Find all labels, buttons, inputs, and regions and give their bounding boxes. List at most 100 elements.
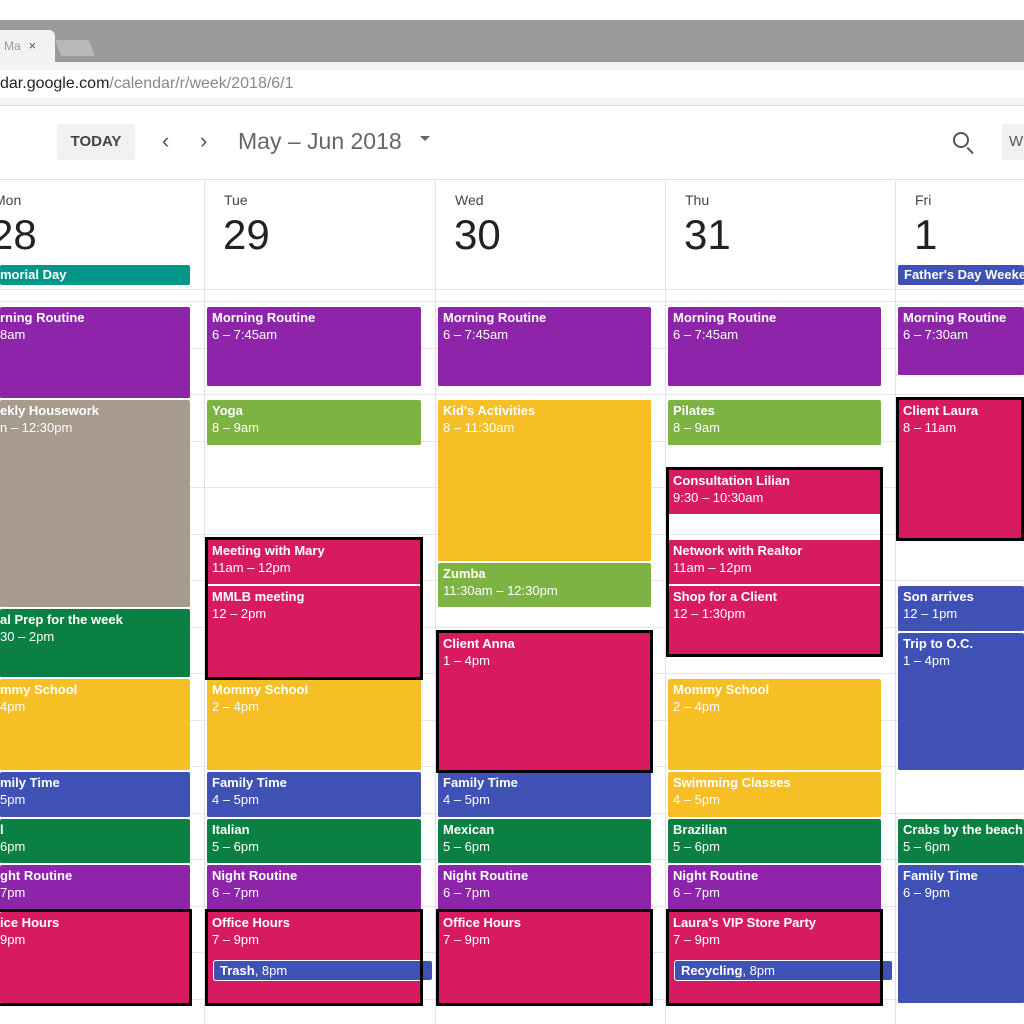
event[interactable]: Zumba 11:30am – 12:30pm (438, 562, 651, 609)
next-week-button[interactable]: › (200, 128, 207, 154)
event[interactable]: Family Time 4 – 5pm (438, 772, 651, 818)
event[interactable]: Pilates 8 – 9am (668, 400, 881, 446)
event[interactable]: ice Hours 9pm (0, 911, 190, 1004)
chevron-down-icon[interactable] (420, 136, 430, 141)
event[interactable]: l 6pm (0, 818, 190, 864)
event-time: 5pm (0, 792, 26, 807)
day-column-fri[interactable]: Fri 1 Father's Day Weekend Morning Routine 6… (895, 181, 1024, 1024)
event[interactable]: Office Hours 7 – 9pm (438, 911, 651, 1004)
event[interactable]: Yoga 8 – 9am (207, 400, 421, 446)
event-title: MMLB meeting (212, 589, 305, 604)
event-time: 9:30 – 10:30am (673, 489, 764, 505)
event[interactable]: Network with Realtor 11am – 12pm (668, 539, 881, 585)
event-time: 6 – 7:45am (212, 327, 278, 342)
event-time: 12 – 1pm (903, 606, 958, 621)
event-time: 6 – 7pm (212, 885, 259, 900)
event[interactable]: Mommy School 2 – 4pm (207, 679, 421, 771)
event[interactable]: mmy School 4pm (0, 679, 190, 771)
day-of-week: Thu (685, 192, 710, 208)
reminder-chip[interactable]: Recycling, 8pm (674, 960, 893, 981)
day-column-mon[interactable]: Mon 28 morial Day rning Routine 8am ekly Hous… (0, 181, 204, 1024)
event[interactable]: Morning Routine 6 – 7:45am (438, 307, 651, 388)
event[interactable]: Night Routine 6 – 7pm (207, 865, 421, 911)
event[interactable]: Son arrives 12 – 1pm (898, 586, 1024, 632)
event[interactable]: Mommy School 2 – 4pm (668, 679, 881, 771)
event[interactable]: rning Routine 8am (0, 307, 190, 399)
event[interactable]: Consultation Lilian 9:30 – 10:30am (668, 469, 881, 516)
address-bar[interactable]: dar.google.com/calendar/r/week/2018/6/1 (0, 70, 1024, 98)
reminder-chip[interactable]: Trash, 8pm (213, 960, 433, 981)
event[interactable]: Mexican 5 – 6pm (438, 818, 651, 864)
view-selector-button[interactable]: W (1002, 124, 1024, 160)
event[interactable]: Office Hours 7 – 9pm (207, 911, 421, 1004)
event-title: Laura's VIP Store Party (673, 914, 817, 930)
search-icon[interactable] (953, 132, 969, 148)
event[interactable]: Client Anna 1 – 4pm (438, 632, 651, 771)
event[interactable]: ght Routine 7pm (0, 865, 190, 911)
day-number[interactable]: 28 (0, 211, 37, 259)
event[interactable]: al Prep for the week 30 – 2pm (0, 609, 190, 678)
new-tab-button[interactable] (55, 40, 95, 56)
event-title: Mommy School (212, 682, 309, 697)
event[interactable]: Client Laura 8 – 11am (898, 400, 1024, 539)
date-range-title[interactable]: May – Jun 2018 (238, 128, 402, 155)
day-number[interactable]: 1 (914, 211, 937, 259)
event-time: 7pm (0, 885, 26, 900)
day-column-tue[interactable]: Tue 29 Morning Routine 6 – 7:45am Yoga 8 – 9a… (204, 181, 435, 1024)
hour-line (896, 812, 1024, 814)
event[interactable]: MMLB meeting 12 – 2pm (207, 586, 421, 678)
event[interactable]: Family Time 6 – 9pm (898, 865, 1024, 1004)
browser-tab[interactable]: Ma × (0, 30, 55, 62)
event-title: Office Hours (443, 914, 522, 930)
event-title: Mommy School (673, 682, 770, 697)
event[interactable]: Family Time 4 – 5pm (207, 772, 421, 818)
event[interactable]: Italian 5 – 6pm (207, 818, 421, 864)
event[interactable]: Shop for a Client 12 – 1:30pm (668, 586, 881, 655)
allday-divider (896, 289, 1024, 290)
event[interactable]: Meeting with Mary 11am – 12pm (207, 539, 421, 585)
day-column-thu[interactable]: Thu 31 Morning Routine 6 – 7:45am Pilates 8 –… (665, 181, 895, 1024)
allday-divider (205, 289, 435, 290)
event[interactable]: Swimming Classes 4 – 5pm (668, 772, 881, 818)
event-title: Swimming Classes (673, 775, 791, 790)
event-title: ght Routine (0, 868, 73, 883)
allday-event[interactable]: morial Day (0, 265, 190, 285)
event-time: 11am – 12pm (212, 559, 291, 575)
event[interactable]: mily Time 5pm (0, 772, 190, 818)
day-number[interactable]: 29 (223, 211, 270, 259)
event[interactable]: Laura's VIP Store Party 7 – 9pm (668, 911, 881, 1004)
hour-line (205, 533, 435, 535)
tab-close-icon[interactable]: × (29, 38, 37, 53)
event-title: Night Routine (212, 868, 298, 883)
day-number[interactable]: 31 (684, 211, 731, 259)
event-time: 6 – 7pm (673, 885, 720, 900)
event[interactable]: Morning Routine 6 – 7:30am (898, 307, 1024, 376)
hour-line (205, 394, 435, 395)
event[interactable]: Morning Routine 6 – 7:45am (668, 307, 881, 388)
event[interactable]: Night Routine 6 – 7pm (668, 865, 881, 911)
event-time: 6 – 7:30am (903, 327, 969, 342)
event-title: Shop for a Client (673, 589, 777, 604)
prev-week-button[interactable]: ‹ (162, 128, 169, 154)
event-title: Family Time (443, 775, 518, 790)
event-time: 30 – 2pm (0, 629, 55, 645)
event[interactable]: Night Routine 6 – 7pm (438, 865, 651, 911)
event-time: 2 – 4pm (673, 699, 720, 714)
today-button[interactable]: TODAY (57, 124, 135, 160)
event-title: Zumba (443, 565, 486, 581)
event[interactable]: Trip to O.C. 1 – 4pm (898, 632, 1024, 771)
event[interactable]: Kid's Activities 8 – 11:30am (438, 400, 651, 562)
day-number[interactable]: 30 (454, 211, 501, 259)
event[interactable]: Brazilian 5 – 6pm (668, 818, 881, 864)
event[interactable]: Crabs by the beach 5 – 6pm (898, 818, 1024, 864)
hour-line (896, 301, 1024, 302)
event[interactable]: ekly Housework n – 12:30pm (0, 400, 190, 609)
event-title: Italian (212, 821, 250, 837)
allday-event[interactable]: Father's Day Weekend (898, 265, 1024, 285)
event[interactable]: Morning Routine 6 – 7:45am (207, 307, 421, 388)
event-time: 11:30am – 12:30pm (443, 582, 558, 598)
event-time: 4 – 5pm (673, 792, 720, 807)
day-column-wed[interactable]: Wed 30 Morning Routine 6 – 7:45am Kid's Acti… (435, 181, 665, 1024)
event-title: Kid's Activities (443, 403, 536, 418)
event-title: Yoga (212, 403, 243, 418)
